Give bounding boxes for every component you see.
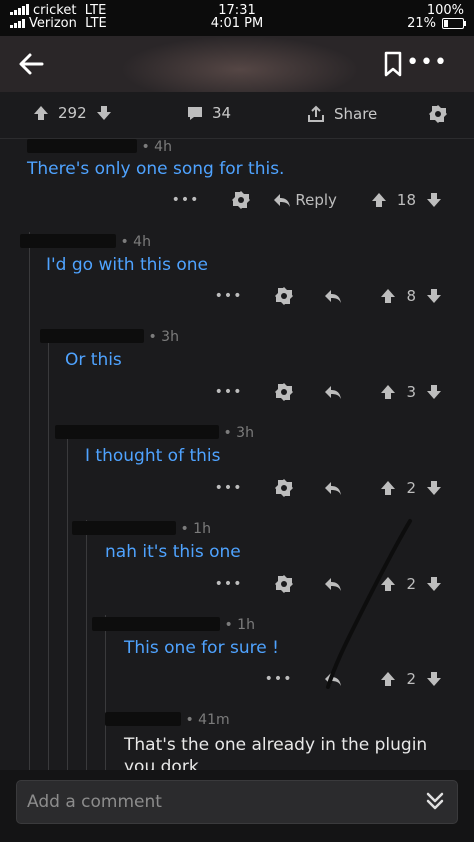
comment-age: • 4h bbox=[141, 139, 172, 155]
comments-count-button[interactable]: 34 bbox=[186, 104, 231, 122]
comment-age: • 41m bbox=[185, 712, 230, 728]
thread-line bbox=[67, 425, 68, 770]
share-button[interactable]: Share bbox=[306, 104, 377, 124]
comment-author[interactable]: • 41m bbox=[105, 712, 230, 728]
comment-age: • 1h bbox=[224, 617, 255, 633]
comment-text[interactable]: I thought of this bbox=[85, 446, 220, 466]
comment-age: • 3h bbox=[223, 425, 254, 441]
thread-line bbox=[29, 232, 30, 772]
downvote-icon[interactable] bbox=[426, 480, 442, 496]
more-options-icon[interactable]: ••• bbox=[215, 384, 243, 400]
post-score: 292 bbox=[58, 104, 87, 122]
more-options-icon[interactable]: ••• bbox=[406, 52, 448, 74]
upvote-icon[interactable] bbox=[32, 104, 50, 122]
comment-author[interactable]: • 3h bbox=[55, 425, 254, 441]
reply-icon bbox=[274, 194, 291, 207]
award-icon[interactable] bbox=[274, 382, 294, 402]
comment-author[interactable]: • 4h bbox=[20, 234, 151, 250]
comment-author[interactable]: • 1h bbox=[92, 617, 255, 633]
battery-icon bbox=[442, 18, 466, 29]
more-options-icon[interactable]: ••• bbox=[265, 671, 293, 687]
award-icon bbox=[429, 105, 447, 123]
redaction-mark bbox=[40, 329, 144, 343]
upvote-icon[interactable] bbox=[371, 192, 387, 208]
downvote-icon[interactable] bbox=[426, 288, 442, 304]
redaction-mark bbox=[105, 712, 181, 726]
upvote-icon[interactable] bbox=[380, 288, 396, 304]
redaction-mark bbox=[92, 617, 220, 631]
clock-2: 4:01 PM bbox=[210, 16, 264, 31]
comment-actions: ••• 8 bbox=[215, 286, 442, 306]
award-icon[interactable] bbox=[231, 190, 251, 210]
comment-age: • 3h bbox=[148, 329, 179, 345]
award-button[interactable] bbox=[428, 104, 448, 124]
add-comment-field[interactable]: Add a comment bbox=[16, 780, 458, 824]
battery-row-2: 21% bbox=[407, 16, 466, 31]
chevron-double-down-icon[interactable] bbox=[423, 789, 447, 813]
comment-author[interactable]: • 4h bbox=[27, 139, 172, 155]
bookmark-icon[interactable] bbox=[382, 50, 404, 78]
comment-score: 18 bbox=[396, 191, 416, 209]
post-action-bar: 292 34 Share bbox=[0, 92, 474, 139]
redaction-mark bbox=[55, 425, 219, 439]
reply-icon[interactable] bbox=[324, 384, 342, 400]
battery-percent-2: 21% bbox=[407, 16, 436, 31]
downvote-icon[interactable] bbox=[95, 104, 113, 122]
comment-score: 8 bbox=[406, 287, 416, 305]
comment-actions: ••• 3 bbox=[215, 382, 442, 402]
share-label: Share bbox=[334, 105, 378, 123]
comment-text[interactable]: nah it's this one bbox=[105, 542, 241, 562]
status-bar: cricket LTE Verizon LTE 17:31 4:01 PM 10… bbox=[0, 0, 474, 36]
comment-age: • 1h bbox=[180, 521, 211, 537]
award-icon[interactable] bbox=[274, 478, 294, 498]
comment-text[interactable]: I'd go with this one bbox=[46, 255, 208, 275]
comment-actions: ••• Reply 18 bbox=[172, 190, 442, 210]
award-icon[interactable] bbox=[274, 574, 294, 594]
scribble-mark bbox=[326, 519, 412, 689]
comment-author[interactable]: • 3h bbox=[40, 329, 179, 345]
comment-bubble-icon bbox=[188, 107, 202, 120]
comments-count: 34 bbox=[212, 104, 232, 122]
upvote-icon[interactable] bbox=[380, 480, 396, 496]
thread-line bbox=[48, 330, 49, 770]
post-header: ••• bbox=[0, 36, 474, 92]
downvote-icon[interactable] bbox=[426, 384, 442, 400]
award-icon[interactable] bbox=[274, 286, 294, 306]
reply-icon[interactable] bbox=[324, 288, 342, 304]
redaction-mark bbox=[72, 521, 176, 535]
reply-button[interactable]: Reply bbox=[273, 191, 337, 209]
thread-line bbox=[105, 615, 106, 770]
redaction-mark bbox=[27, 139, 137, 153]
more-options-icon[interactable]: ••• bbox=[172, 192, 200, 208]
header-image bbox=[120, 36, 360, 92]
reply-icon[interactable] bbox=[324, 480, 342, 496]
comment-age: • 4h bbox=[120, 234, 151, 250]
comment-text[interactable]: There's only one song for this. bbox=[27, 159, 284, 179]
share-icon bbox=[308, 105, 324, 122]
thread-line bbox=[86, 520, 87, 770]
more-options-icon[interactable]: ••• bbox=[215, 576, 243, 592]
comment-text[interactable]: This one for sure ! bbox=[124, 638, 279, 658]
comment-author[interactable]: • 1h bbox=[72, 521, 211, 537]
redaction-mark bbox=[20, 234, 116, 248]
comment-score: 2 bbox=[406, 479, 416, 497]
post-vote-group: 292 bbox=[32, 104, 113, 122]
downvote-icon[interactable] bbox=[426, 192, 442, 208]
more-options-icon[interactable]: ••• bbox=[215, 288, 243, 304]
upvote-icon[interactable] bbox=[380, 384, 396, 400]
comment-score: 3 bbox=[406, 383, 416, 401]
add-comment-placeholder: Add a comment bbox=[27, 792, 162, 812]
comment-text[interactable]: Or this bbox=[65, 350, 122, 370]
reply-label: Reply bbox=[295, 191, 337, 209]
more-options-icon[interactable]: ••• bbox=[215, 480, 243, 496]
back-arrow-icon[interactable] bbox=[16, 50, 46, 78]
comment-actions: ••• 2 bbox=[215, 478, 442, 498]
